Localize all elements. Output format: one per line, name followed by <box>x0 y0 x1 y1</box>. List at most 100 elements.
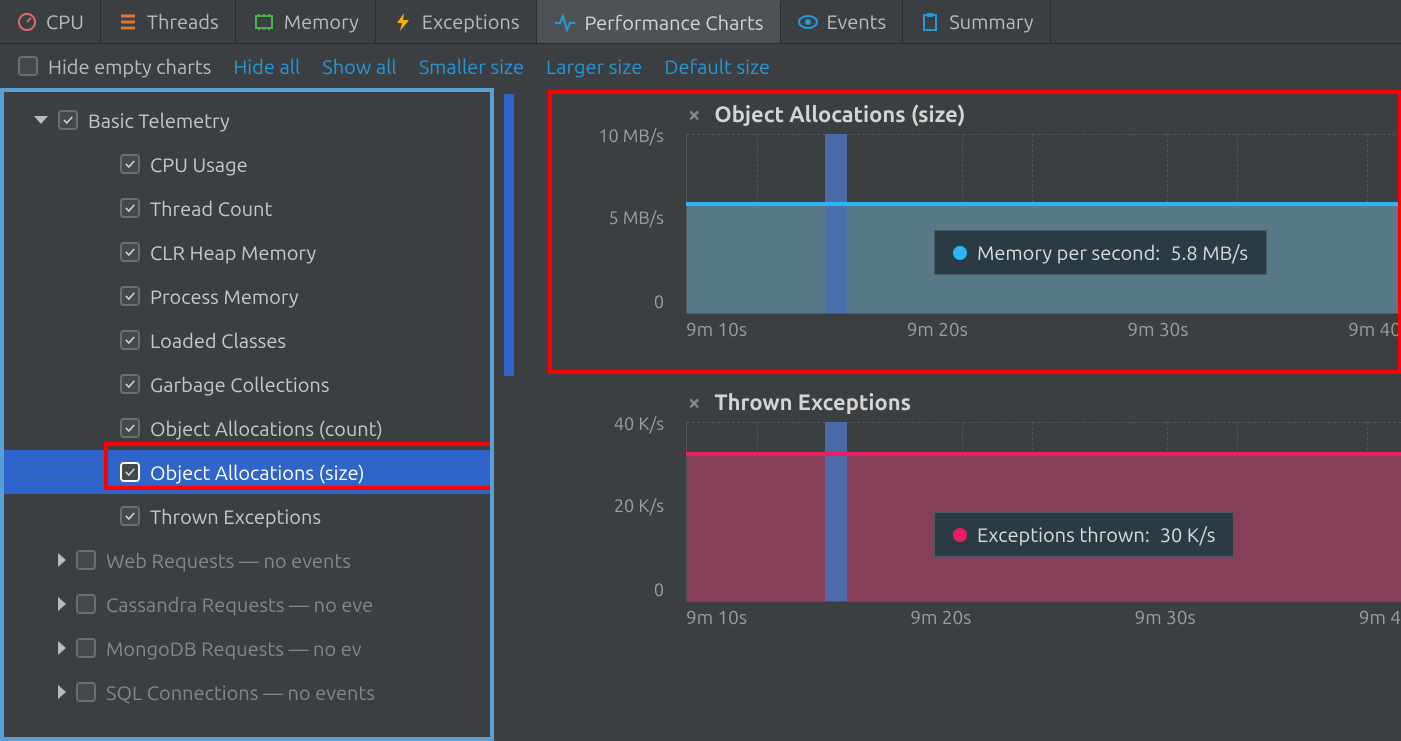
default-size-link[interactable]: Default size <box>664 55 770 78</box>
selection-strip <box>504 94 514 376</box>
x-tick: 9m 40 <box>1348 318 1401 340</box>
larger-size-link[interactable]: Larger size <box>546 55 642 78</box>
checkbox-icon[interactable] <box>120 154 140 174</box>
checkbox-icon[interactable] <box>120 506 140 526</box>
tree-item-object-allocations-count[interactable]: Object Allocations (count) <box>4 406 490 450</box>
tree-item-object-allocations-size[interactable]: Object Allocations (size) <box>4 450 490 494</box>
tree-item-cpu-usage[interactable]: CPU Usage <box>4 142 490 186</box>
chevron-right-icon <box>58 553 66 567</box>
x-tick: 9m 10s <box>686 606 747 628</box>
tooltip-value: 30 K/s <box>1160 523 1216 546</box>
tree-group-suffix: — no ev <box>284 637 362 660</box>
tab-cpu[interactable]: CPU <box>0 0 101 43</box>
chart-title-text: Thrown Exceptions <box>714 390 911 415</box>
checkbox-icon[interactable] <box>120 418 140 438</box>
tab-exceptions[interactable]: Exceptions <box>376 0 537 43</box>
chart-title-text: Object Allocations (size) <box>714 102 965 127</box>
close-icon[interactable]: × <box>688 102 700 127</box>
hide-empty-checkbox[interactable]: Hide empty charts <box>18 55 211 78</box>
pulse-icon <box>553 12 577 34</box>
tab-threads[interactable]: Threads <box>101 0 236 43</box>
tree-group-suffix: — no events <box>234 549 351 572</box>
y-axis-labels: 40 K/s 20 K/s 0 <box>572 422 672 602</box>
gauge-icon <box>16 11 38 33</box>
tree-item-garbage-collections[interactable]: Garbage Collections <box>4 362 490 406</box>
y-tick: 10 MB/s <box>598 126 664 146</box>
series-dot-icon <box>953 246 967 260</box>
chart-panel: × Object Allocations (size) 10 MB/s 5 MB… <box>494 88 1401 741</box>
checkbox-icon[interactable] <box>76 550 96 570</box>
chart-thrown-exceptions: × Thrown Exceptions 40 K/s 20 K/s 0 <box>532 382 1401 628</box>
y-tick: 0 <box>654 292 664 312</box>
clipboard-icon <box>919 11 941 33</box>
chart-tree: Basic Telemetry CPU Usage Thread Count C… <box>0 88 494 741</box>
tab-memory[interactable]: Memory <box>236 0 376 43</box>
x-axis-labels: 9m 10s 9m 20s 9m 30s 9m 40 <box>532 318 1401 340</box>
tree-item-label: Process Memory <box>150 285 298 308</box>
tree-group-suffix: — no events <box>258 681 375 704</box>
chart-object-allocations-size: × Object Allocations (size) 10 MB/s 5 MB… <box>532 94 1401 340</box>
checkbox-icon[interactable] <box>58 110 78 130</box>
tree-group-web-requests[interactable]: Web Requests — no events <box>4 538 490 582</box>
tree-item-label: Garbage Collections <box>150 373 330 396</box>
checkbox-icon[interactable] <box>120 330 140 350</box>
chart-tooltip: Exceptions thrown: 30 K/s <box>934 512 1234 557</box>
tree-item-thread-count[interactable]: Thread Count <box>4 186 490 230</box>
show-all-link[interactable]: Show all <box>322 55 396 78</box>
series-line <box>686 452 1401 456</box>
tab-label: CPU <box>46 10 84 33</box>
tree-item-label: Thrown Exceptions <box>150 505 321 528</box>
x-tick: 9m 4 <box>1359 606 1401 628</box>
chart-grid <box>686 134 1401 314</box>
tree-group-suffix: — no eve <box>285 593 374 616</box>
tab-events[interactable]: Events <box>781 0 904 43</box>
tree-group-label: Cassandra Requests <box>106 593 285 616</box>
chevron-right-icon <box>58 685 66 699</box>
time-cursor[interactable] <box>825 422 847 601</box>
chart-plot[interactable]: 10 MB/s 5 MB/s 0 <box>578 134 1401 314</box>
smaller-size-link[interactable]: Smaller size <box>419 55 524 78</box>
checkbox-icon[interactable] <box>76 682 96 702</box>
y-tick: 0 <box>654 580 664 600</box>
close-icon[interactable]: × <box>688 390 700 415</box>
tree-item-clr-heap-memory[interactable]: CLR Heap Memory <box>4 230 490 274</box>
tab-summary[interactable]: Summary <box>903 0 1050 43</box>
time-cursor[interactable] <box>825 134 847 313</box>
checkbox-icon[interactable] <box>120 286 140 306</box>
series-line <box>686 202 1401 206</box>
tree-group-sql-connections[interactable]: SQL Connections — no events <box>4 670 490 714</box>
chart-toolbar: Hide empty charts Hide all Show all Smal… <box>0 44 1401 88</box>
hide-empty-label: Hide empty charts <box>48 55 211 78</box>
tree-group-label: Basic Telemetry <box>88 109 230 132</box>
tab-label: Memory <box>284 10 359 33</box>
tree-item-thrown-exceptions[interactable]: Thrown Exceptions <box>4 494 490 538</box>
chart-plot[interactable]: 40 K/s 20 K/s 0 <box>578 422 1401 602</box>
tree-item-loaded-classes[interactable]: Loaded Classes <box>4 318 490 362</box>
chevron-right-icon <box>58 597 66 611</box>
tooltip-label: Memory per second: <box>977 241 1160 264</box>
tree-item-label: Object Allocations (count) <box>150 417 383 440</box>
x-tick: 9m 20s <box>910 606 971 628</box>
checkbox-icon[interactable] <box>120 374 140 394</box>
tab-label: Threads <box>147 10 219 33</box>
tree-group-mongodb-requests[interactable]: MongoDB Requests — no ev <box>4 626 490 670</box>
tree-item-label: Object Allocations (size) <box>150 461 365 484</box>
eye-icon <box>797 11 819 33</box>
x-tick: 9m 30s <box>1127 318 1188 340</box>
checkbox-icon[interactable] <box>76 638 96 658</box>
x-axis-labels: 9m 10s 9m 20s 9m 30s 9m 4 <box>532 606 1401 628</box>
checkbox-icon[interactable] <box>120 462 140 482</box>
checkbox-icon[interactable] <box>76 594 96 614</box>
tree-group-basic-telemetry[interactable]: Basic Telemetry <box>4 98 490 142</box>
tree-item-process-memory[interactable]: Process Memory <box>4 274 490 318</box>
y-tick: 20 K/s <box>614 496 664 516</box>
tree-group-cassandra-requests[interactable]: Cassandra Requests — no eve <box>4 582 490 626</box>
series-dot-icon <box>953 528 967 542</box>
x-tick: 9m 30s <box>1135 606 1196 628</box>
checkbox-icon[interactable] <box>120 198 140 218</box>
tooltip-label: Exceptions thrown: <box>977 523 1150 546</box>
tab-performance-charts[interactable]: Performance Charts <box>537 0 781 43</box>
hide-all-link[interactable]: Hide all <box>233 55 300 78</box>
y-axis-labels: 10 MB/s 5 MB/s 0 <box>572 134 672 314</box>
checkbox-icon[interactable] <box>120 242 140 262</box>
